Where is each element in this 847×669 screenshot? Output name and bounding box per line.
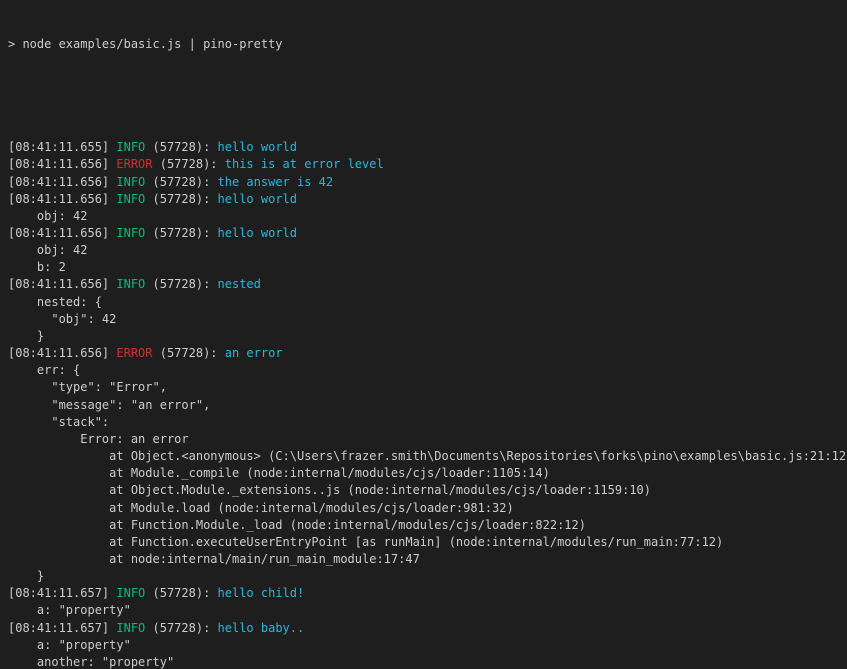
log-pid: (57728): [153, 346, 225, 360]
log-pid: (57728): [145, 192, 217, 206]
log-line: [08:41:11.657] INFO (57728): hello child… [8, 585, 847, 602]
log-detail-line: "obj": 42 [8, 311, 847, 328]
log-line: [08:41:11.656] ERROR (57728): an error [8, 345, 847, 362]
log-timestamp: [08:41:11.657] [8, 621, 116, 635]
log-detail-line: "message": "an error", [8, 397, 847, 414]
log-detail-text: at Function.executeUserEntryPoint [as ru… [8, 535, 723, 549]
command-text: > node examples/basic.js | pino-pretty [8, 37, 283, 51]
log-line: [08:41:11.657] INFO (57728): hello baby.… [8, 620, 847, 637]
log-timestamp: [08:41:11.657] [8, 586, 116, 600]
log-detail-text: err: { [8, 363, 80, 377]
log-timestamp: [08:41:11.656] [8, 157, 116, 171]
log-detail-text: "message": "an error", [8, 398, 210, 412]
log-detail-text: Error: an error [8, 432, 189, 446]
log-detail-line: a: "property" [8, 602, 847, 619]
log-detail-text: obj: 42 [8, 243, 87, 257]
log-detail-text: "obj": 42 [8, 312, 116, 326]
log-level: INFO [116, 175, 145, 189]
log-message: hello baby.. [218, 621, 305, 635]
log-message: hello world [218, 226, 297, 240]
terminal[interactable]: > node examples/basic.js | pino-pretty [… [0, 0, 847, 669]
log-message: an error [225, 346, 283, 360]
log-detail-line: nested: { [8, 294, 847, 311]
log-timestamp: [08:41:11.656] [8, 277, 116, 291]
log-level: INFO [116, 586, 145, 600]
log-pid: (57728): [145, 140, 217, 154]
log-message: this is at error level [225, 157, 384, 171]
log-message: hello child! [218, 586, 305, 600]
log-level: INFO [116, 277, 145, 291]
log-pid: (57728): [145, 175, 217, 189]
log-detail-line: obj: 42 [8, 208, 847, 225]
log-level: INFO [116, 621, 145, 635]
log-detail-line: at Module._compile (node:internal/module… [8, 465, 847, 482]
log-detail-line: err: { [8, 362, 847, 379]
log-detail-text: a: "property" [8, 603, 131, 617]
log-pid: (57728): [153, 157, 225, 171]
log-level: INFO [116, 226, 145, 240]
log-line: [08:41:11.656] INFO (57728): hello world [8, 225, 847, 242]
log-detail-text: } [8, 569, 44, 583]
log-timestamp: [08:41:11.655] [8, 140, 116, 154]
log-detail-text: at Object.<anonymous> (C:\Users\frazer.s… [8, 449, 847, 463]
log-detail-line: at Object.<anonymous> (C:\Users\frazer.s… [8, 448, 847, 465]
log-pid: (57728): [145, 226, 217, 240]
log-detail-text: "type": "Error", [8, 380, 167, 394]
blank-line [8, 88, 847, 105]
log-detail-line: at node:internal/main/run_main_module:17… [8, 551, 847, 568]
log-detail-text: at Object.Module._extensions..js (node:i… [8, 483, 651, 497]
log-detail-line: Error: an error [8, 431, 847, 448]
log-detail-line: at Module.load (node:internal/modules/cj… [8, 500, 847, 517]
log-detail-line: at Function.Module._load (node:internal/… [8, 517, 847, 534]
log-message: nested [218, 277, 261, 291]
log-detail-text: "stack": [8, 415, 109, 429]
log-detail-line: a: "property" [8, 637, 847, 654]
log-detail-line: } [8, 568, 847, 585]
log-detail-line: "type": "Error", [8, 379, 847, 396]
log-detail-line: obj: 42 [8, 242, 847, 259]
log-line: [08:41:11.656] ERROR (57728): this is at… [8, 156, 847, 173]
log-line: [08:41:11.656] INFO (57728): hello world [8, 191, 847, 208]
log-detail-text: } [8, 329, 44, 343]
log-line: [08:41:11.656] INFO (57728): the answer … [8, 174, 847, 191]
log-pid: (57728): [145, 586, 217, 600]
log-detail-line: at Object.Module._extensions..js (node:i… [8, 482, 847, 499]
log-detail-text: obj: 42 [8, 209, 87, 223]
log-detail-text: at Module._compile (node:internal/module… [8, 466, 550, 480]
log-timestamp: [08:41:11.656] [8, 175, 116, 189]
log-message: hello world [218, 192, 297, 206]
log-timestamp: [08:41:11.656] [8, 346, 116, 360]
log-detail-text: nested: { [8, 295, 102, 309]
log-level: INFO [116, 140, 145, 154]
log-pid: (57728): [145, 621, 217, 635]
command-line: > node examples/basic.js | pino-pretty [8, 36, 847, 53]
log-detail-text: at node:internal/main/run_main_module:17… [8, 552, 420, 566]
log-detail-line: b: 2 [8, 259, 847, 276]
log-timestamp: [08:41:11.656] [8, 192, 116, 206]
log-line: [08:41:11.655] INFO (57728): hello world [8, 139, 847, 156]
log-detail-text: at Function.Module._load (node:internal/… [8, 518, 586, 532]
log-output: [08:41:11.655] INFO (57728): hello world… [8, 139, 847, 669]
log-line: [08:41:11.656] INFO (57728): nested [8, 276, 847, 293]
log-detail-text: b: 2 [8, 260, 66, 274]
log-message: the answer is 42 [218, 175, 334, 189]
log-message: hello world [218, 140, 297, 154]
log-pid: (57728): [145, 277, 217, 291]
log-detail-line: "stack": [8, 414, 847, 431]
log-detail-line: } [8, 328, 847, 345]
log-detail-text: at Module.load (node:internal/modules/cj… [8, 501, 514, 515]
log-detail-line: another: "property" [8, 654, 847, 669]
log-detail-text: a: "property" [8, 638, 131, 652]
log-timestamp: [08:41:11.656] [8, 226, 116, 240]
log-level: INFO [116, 192, 145, 206]
log-level: ERROR [116, 157, 152, 171]
log-detail-line: at Function.executeUserEntryPoint [as ru… [8, 534, 847, 551]
log-detail-text: another: "property" [8, 655, 174, 669]
log-level: ERROR [116, 346, 152, 360]
